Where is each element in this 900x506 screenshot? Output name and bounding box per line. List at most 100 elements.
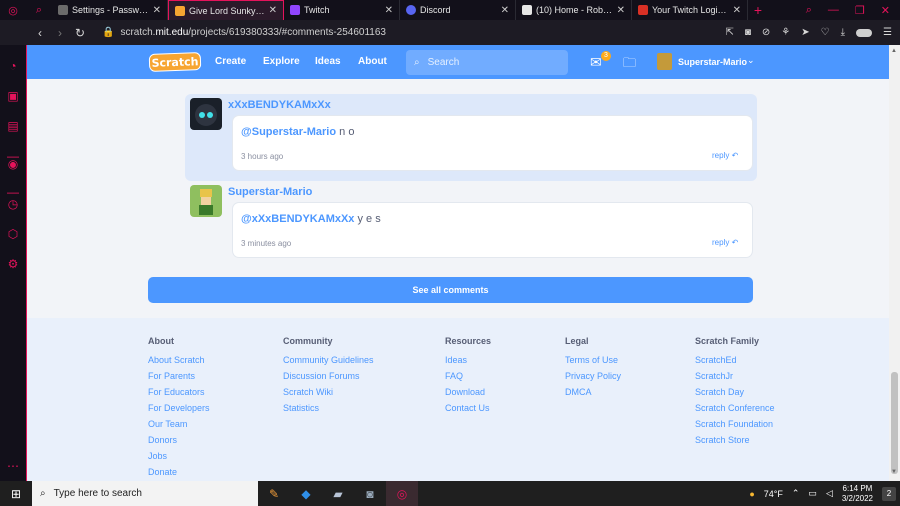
file-app-icon[interactable]: ▰: [322, 481, 354, 506]
close-tab-icon[interactable]: ✕: [385, 5, 393, 16]
twitch-sidebar-icon[interactable]: ▤: [6, 119, 20, 133]
footer-link[interactable]: Ideas: [445, 355, 491, 371]
footer-link[interactable]: Our Team: [148, 419, 210, 435]
reply-button[interactable]: reply ↶: [712, 238, 738, 247]
extensions-icon[interactable]: ⚘: [781, 27, 790, 38]
close-tab-icon[interactable]: ✕: [269, 5, 277, 16]
username[interactable]: Superstar-Mario: [678, 57, 747, 67]
messages-icon[interactable]: ✉: [590, 54, 602, 71]
comment-author[interactable]: Superstar-Mario: [228, 186, 312, 198]
footer-link[interactable]: Discussion Forums: [283, 371, 374, 387]
search-tabs-icon[interactable]: ⌕: [806, 4, 812, 17]
footer-link[interactable]: Donors: [148, 435, 210, 451]
share-icon[interactable]: ⇱: [725, 27, 733, 38]
chevron-down-icon[interactable]: ⌄: [747, 55, 755, 66]
forward-icon[interactable]: ›: [50, 26, 70, 40]
reload-icon[interactable]: ↻: [70, 26, 90, 40]
weather-temp[interactable]: 74°F: [764, 489, 783, 499]
close-window-icon[interactable]: ✕: [881, 4, 890, 17]
weather-icon[interactable]: ●: [749, 489, 754, 499]
close-tab-icon[interactable]: ✕: [617, 5, 625, 16]
footer-link[interactable]: For Parents: [148, 371, 210, 387]
nav-create[interactable]: Create: [215, 56, 246, 67]
scroll-up-icon[interactable]: ▲: [891, 48, 897, 54]
notification-badge[interactable]: 2: [882, 486, 896, 501]
heart-icon[interactable]: ♡: [821, 27, 830, 38]
footer-link[interactable]: Contact Us: [445, 403, 491, 419]
discord-sidebar-icon[interactable]: ◉: [6, 157, 20, 171]
maximize-icon[interactable]: ❐: [855, 4, 865, 17]
footer-link[interactable]: FAQ: [445, 371, 491, 387]
taskbar-search-input[interactable]: ⌕ Type here to search: [32, 481, 258, 506]
footer-link[interactable]: Community Guidelines: [283, 355, 374, 371]
footer-link[interactable]: Jobs: [148, 451, 210, 467]
speed-dial-icon[interactable]: ◔: [6, 59, 20, 73]
camera-icon[interactable]: ◙: [745, 27, 751, 38]
footer-link[interactable]: ScratchEd: [695, 355, 775, 371]
scratch-logo[interactable]: Scratch: [148, 52, 202, 72]
browser-tab[interactable]: Your Twitch Login Verifi ✕: [632, 0, 748, 20]
comment-mention[interactable]: @xXxBENDYKAMxXx: [241, 213, 354, 225]
settings-icon[interactable]: ⚙: [6, 257, 20, 271]
see-all-comments-button[interactable]: See all comments: [148, 277, 753, 303]
footer-link[interactable]: Scratch Day: [695, 387, 775, 403]
battery-saver-toggle[interactable]: [856, 28, 873, 37]
network-icon[interactable]: ▭: [808, 488, 817, 499]
more-icon[interactable]: ⋯: [6, 459, 20, 473]
windows-start-icon[interactable]: ⊞: [0, 487, 32, 501]
close-tab-icon[interactable]: ✕: [153, 5, 161, 16]
adblock-icon[interactable]: ⊘: [762, 27, 770, 38]
comment-avatar[interactable]: [190, 185, 222, 217]
nav-explore[interactable]: Explore: [263, 56, 300, 67]
clock[interactable]: 6:14 PM 3/2/2022: [842, 484, 873, 504]
back-icon[interactable]: ‹: [30, 26, 50, 40]
footer-link[interactable]: Scratch Store: [695, 435, 775, 451]
my-stuff-icon[interactable]: 🗀: [623, 54, 636, 76]
browser-tab[interactable]: Twitch ✕: [284, 0, 400, 20]
scrollbar-thumb[interactable]: [891, 372, 898, 474]
close-tab-icon[interactable]: ✕: [501, 5, 509, 16]
easy-setup-icon[interactable]: ☰: [883, 27, 892, 38]
comment-avatar[interactable]: [190, 98, 222, 130]
tab-search-icon[interactable]: ⌕: [26, 0, 52, 20]
browser-tab[interactable]: Settings - Passwords ✕: [52, 0, 168, 20]
camera-app-icon[interactable]: ◙: [354, 481, 386, 506]
history-icon[interactable]: ◷: [6, 197, 20, 211]
footer-link[interactable]: ScratchJr: [695, 371, 775, 387]
footer-link[interactable]: Terms of Use: [565, 355, 621, 371]
opera-menu-icon[interactable]: ◎: [0, 0, 26, 20]
minimize-icon[interactable]: —: [828, 4, 839, 16]
cube-icon[interactable]: ⬡: [6, 227, 20, 241]
footer-link[interactable]: Donate: [148, 467, 210, 481]
gx-control-icon[interactable]: ▣: [6, 89, 20, 103]
browser-tab[interactable]: (10) Home - Roblox ✕: [516, 0, 632, 20]
footer-link[interactable]: Download: [445, 387, 491, 403]
opera-gx-app-icon[interactable]: ◎: [386, 481, 418, 506]
comment-mention[interactable]: @Superstar-Mario: [241, 126, 336, 138]
download-icon[interactable]: ⤓: [841, 27, 845, 38]
footer-link[interactable]: Privacy Policy: [565, 371, 621, 387]
vscode-app-icon[interactable]: ◆: [290, 481, 322, 506]
page-scrollbar[interactable]: ▲ ▼: [889, 45, 900, 481]
send-icon[interactable]: ➤: [801, 27, 809, 38]
footer-link[interactable]: About Scratch: [148, 355, 210, 371]
comment-author[interactable]: xXxBENDYKAMxXx: [228, 99, 331, 111]
footer-link[interactable]: DMCA: [565, 387, 621, 403]
nav-about[interactable]: About: [358, 56, 387, 67]
reply-button[interactable]: reply ↶: [712, 151, 738, 160]
nav-ideas[interactable]: Ideas: [315, 56, 341, 67]
avatar[interactable]: [657, 53, 672, 70]
search-input[interactable]: ⌕ Search: [406, 50, 568, 75]
footer-link[interactable]: Scratch Foundation: [695, 419, 775, 435]
chevron-up-icon[interactable]: ⌃: [792, 488, 800, 499]
footer-link[interactable]: Statistics: [283, 403, 374, 419]
paint-app-icon[interactable]: ✎: [258, 481, 290, 506]
footer-link[interactable]: Scratch Wiki: [283, 387, 374, 403]
close-tab-icon[interactable]: ✕: [733, 5, 741, 16]
footer-link[interactable]: Scratch Conference: [695, 403, 775, 419]
footer-link[interactable]: For Educators: [148, 387, 210, 403]
footer-link[interactable]: For Developers: [148, 403, 210, 419]
new-tab-button[interactable]: +: [748, 0, 768, 20]
browser-tab[interactable]: Discord ✕: [400, 0, 516, 20]
url-field[interactable]: 🔒 scratch.mit.edu/projects/619380333/#co…: [102, 27, 386, 38]
